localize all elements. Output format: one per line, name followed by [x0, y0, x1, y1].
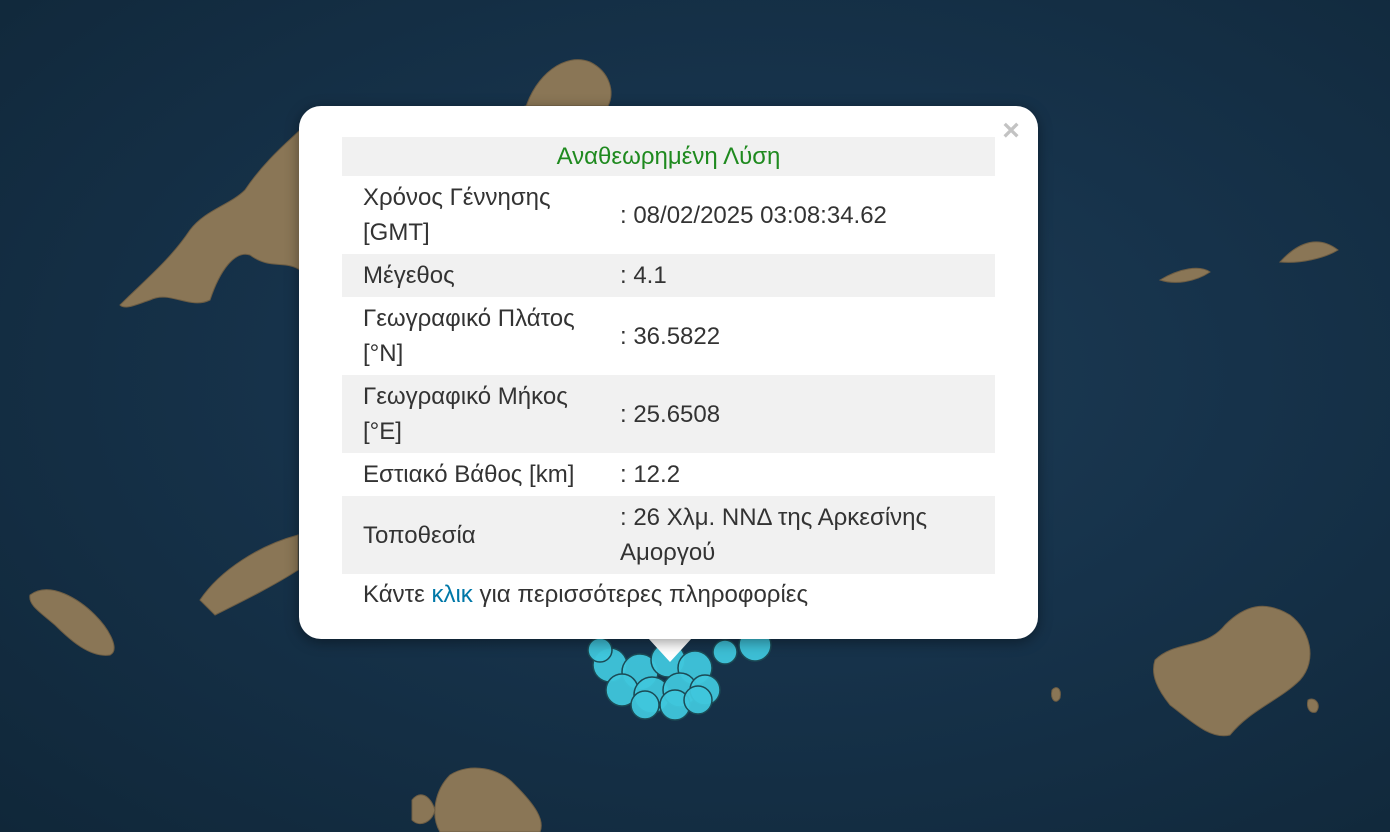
origin-time-label: Χρόνος Γέννησης [GMT] [363, 184, 551, 246]
location-value: : 26 Χλμ. ΝΝΔ της Αρκεσίνης Αμοργού [610, 496, 995, 574]
latitude-value: : 36.5822 [620, 322, 721, 350]
more-info-prefix: Κάντε [363, 581, 425, 608]
earthquake-popup: × Αναθεωρημένη Λύση Χρόνος Γέννησης [GMT… [299, 106, 1038, 639]
latitude-label: Γεωγραφικό Πλάτος [°N] [363, 305, 575, 367]
longitude-value: : 25.6508 [610, 375, 995, 453]
magnitude-label: Μέγεθος [342, 254, 610, 297]
popup-tip [648, 638, 692, 662]
island-west [199, 534, 299, 616]
island-north-center [524, 59, 612, 111]
table-row: Γεωγραφικό Μήκος [°E] : 25.6508 [342, 375, 995, 453]
island-south-small [411, 794, 436, 825]
popup-content: Αναθεωρημένη Λύση Χρόνος Γέννησης [GMT] … [342, 137, 995, 610]
island-east [1278, 241, 1339, 263]
longitude-label: Γεωγραφικό Μήκος [°E] [342, 375, 610, 453]
island-east-small [1158, 267, 1211, 283]
close-icon[interactable]: × [996, 116, 1026, 146]
islet-1 [1051, 687, 1061, 702]
title-row: Αναθεωρημένη Λύση [342, 137, 995, 176]
island-southeast [1153, 605, 1311, 737]
table-row: Εστιακό Βάθος [km] : 12.2 [342, 453, 995, 496]
earthquake-info-table: Αναθεωρημένη Λύση Χρόνος Γέννησης [GMT] … [342, 137, 995, 574]
magnitude-value: : 4.1 [610, 254, 995, 297]
island-northwest [119, 128, 301, 308]
location-label: Τοποθεσία [342, 496, 610, 574]
table-row: Γεωγραφικό Πλάτος [°N] : 36.5822 [342, 297, 995, 375]
island-south [434, 767, 542, 832]
island-southwest [29, 589, 115, 656]
table-row: Χρόνος Γέννησης [GMT] : 08/02/2025 03:08… [342, 176, 995, 254]
table-row: Μέγεθος : 4.1 [342, 254, 995, 297]
depth-value: : 12.2 [620, 461, 681, 488]
more-info-suffix: για περισσότερες πληροφορίες [479, 581, 809, 608]
popup-title: Αναθεωρημένη Λύση [342, 137, 995, 176]
table-row: Τοποθεσία : 26 Χλμ. ΝΝΔ της Αρκεσίνης Αμ… [342, 496, 995, 574]
depth-label: Εστιακό Βάθος [km] [363, 461, 575, 488]
more-info-line: Κάντε κλικ για περισσότερες πληροφορίες [342, 574, 995, 610]
islet-2 [1307, 698, 1319, 713]
more-info-link[interactable]: κλικ [431, 581, 472, 608]
origin-time-value: : 08/02/2025 03:08:34.62 [620, 201, 887, 229]
